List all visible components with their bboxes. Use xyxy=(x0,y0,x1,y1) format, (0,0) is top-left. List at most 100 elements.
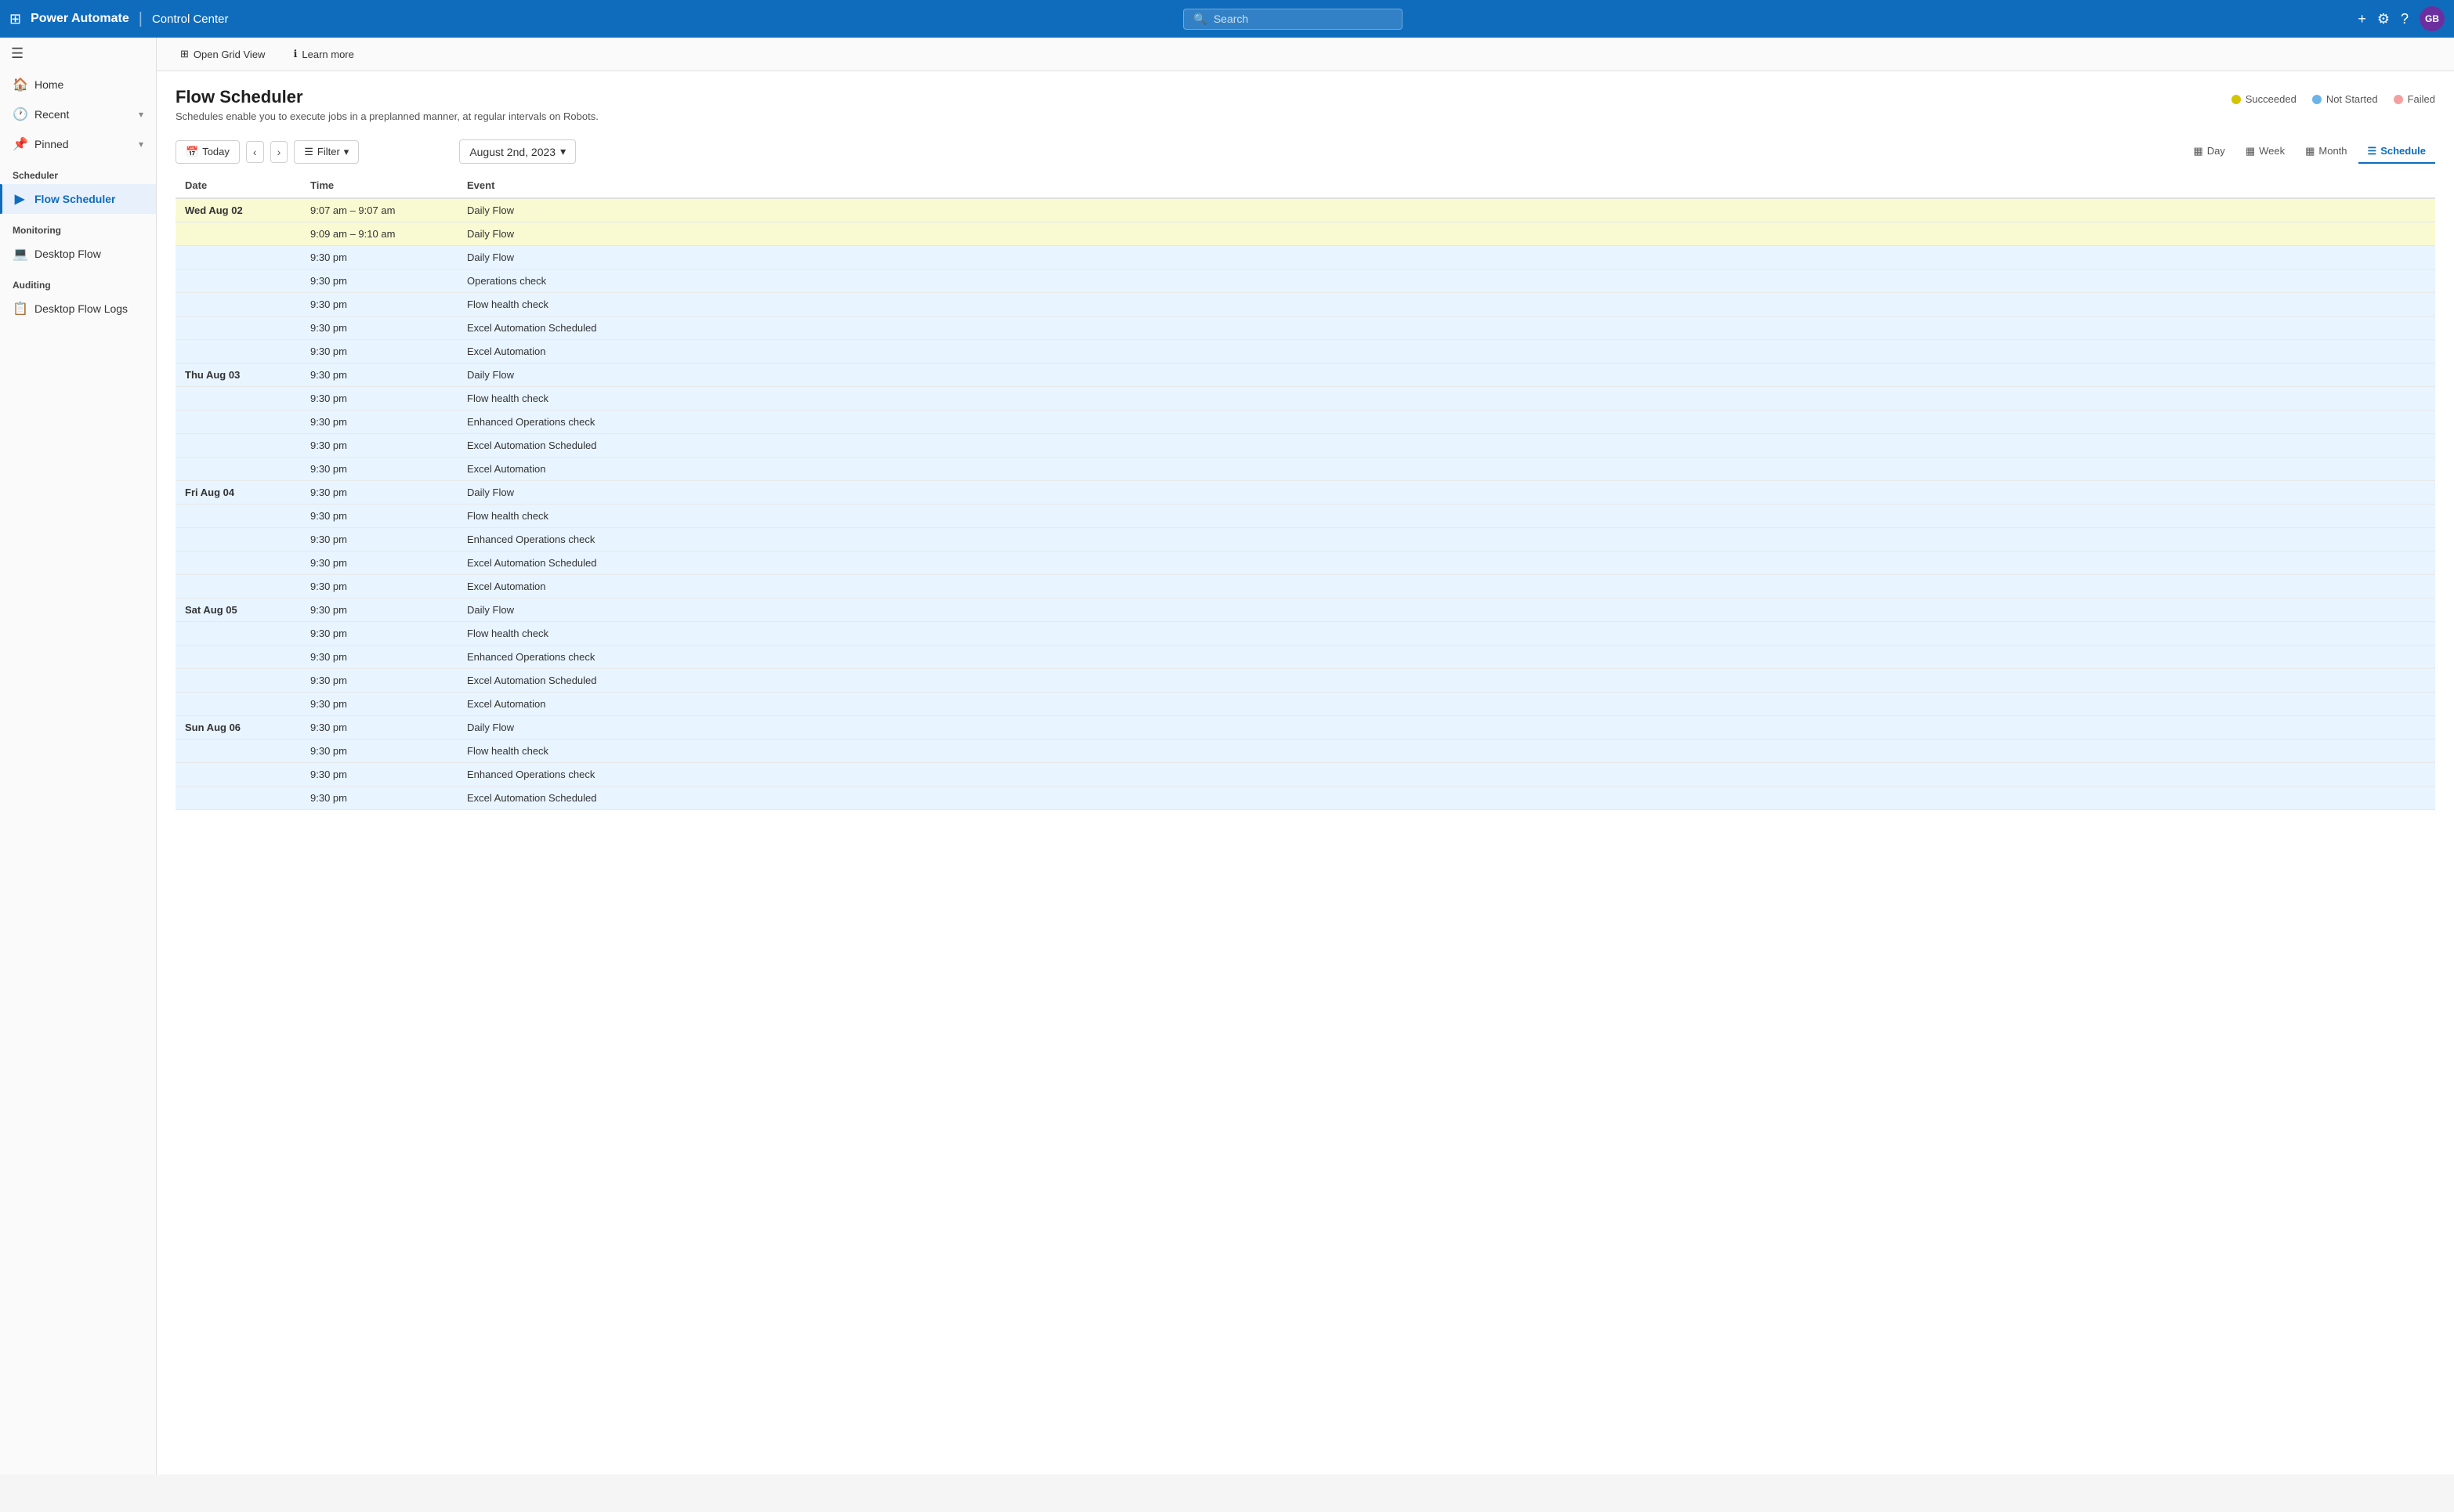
table-row[interactable]: 9:30 pmExcel Automation Scheduled xyxy=(176,317,2435,340)
filter-label: Filter xyxy=(317,146,340,157)
table-row[interactable]: Wed Aug 029:07 am – 9:07 amDaily Flow xyxy=(176,198,2435,222)
time-cell: 9:30 pm xyxy=(301,646,458,669)
table-row[interactable]: 9:30 pmEnhanced Operations check xyxy=(176,528,2435,552)
tab-month[interactable]: ▦ Month xyxy=(2296,140,2356,164)
event-cell: Daily Flow xyxy=(458,481,2435,505)
time-cell: 9:30 pm xyxy=(301,505,458,528)
date-cell xyxy=(176,505,301,528)
sidebar-item-pinned[interactable]: 📌 Pinned ▾ xyxy=(0,129,156,159)
date-cell xyxy=(176,434,301,458)
time-cell: 9:30 pm xyxy=(301,317,458,340)
home-icon: 🏠 xyxy=(13,77,27,92)
time-cell: 9:30 pm xyxy=(301,387,458,411)
date-cell xyxy=(176,411,301,434)
info-icon: ℹ xyxy=(293,48,297,60)
date-cell xyxy=(176,787,301,810)
date-cell xyxy=(176,575,301,599)
open-grid-view-button[interactable]: ⊞ Open Grid View xyxy=(172,44,273,64)
toolbar: 📅 Today ‹ › ☰ Filter ▾ August 2nd, 2023 … xyxy=(176,139,2435,164)
succeeded-dot xyxy=(2231,95,2241,104)
event-cell: Excel Automation xyxy=(458,340,2435,364)
page-content: Flow Scheduler Schedules enable you to e… xyxy=(157,71,2454,1474)
table-row[interactable]: 9:30 pmFlow health check xyxy=(176,740,2435,763)
table-row[interactable]: 9:30 pmOperations check xyxy=(176,269,2435,293)
auditing-section-label: Auditing xyxy=(0,269,156,294)
table-row[interactable]: 9:30 pmExcel Automation xyxy=(176,575,2435,599)
nav-divider: | xyxy=(139,10,143,28)
time-cell: 9:07 am – 9:07 am xyxy=(301,198,458,222)
date-cell xyxy=(176,528,301,552)
today-button[interactable]: 📅 Today xyxy=(176,140,240,164)
time-cell: 9:30 pm xyxy=(301,340,458,364)
tab-schedule[interactable]: ☰ Schedule xyxy=(2358,140,2435,164)
help-button[interactable]: ? xyxy=(2401,11,2409,27)
tab-day[interactable]: ▦ Day xyxy=(2184,140,2234,164)
table-row[interactable]: 9:30 pmEnhanced Operations check xyxy=(176,763,2435,787)
filter-button[interactable]: ☰ Filter ▾ xyxy=(294,140,359,164)
time-cell: 9:30 pm xyxy=(301,599,458,622)
search-input[interactable] xyxy=(1214,13,1393,25)
table-row[interactable]: 9:30 pmFlow health check xyxy=(176,622,2435,646)
date-cell xyxy=(176,387,301,411)
sidebar-pinned-label: Pinned xyxy=(34,138,69,150)
tab-week[interactable]: ▦ Week xyxy=(2236,140,2294,164)
sidebar-item-flow-scheduler[interactable]: ▶ Flow Scheduler xyxy=(0,184,156,214)
table-row[interactable]: 9:30 pmExcel Automation xyxy=(176,340,2435,364)
legend-not-started: Not Started xyxy=(2312,93,2378,105)
search-icon: 🔍 xyxy=(1193,13,1207,26)
table-row[interactable]: 9:30 pmExcel Automation Scheduled xyxy=(176,552,2435,575)
time-cell: 9:30 pm xyxy=(301,481,458,505)
avatar[interactable]: GB xyxy=(2420,6,2445,31)
sidebar-collapse-button[interactable]: ☰ xyxy=(0,38,156,70)
learn-more-button[interactable]: ℹ Learn more xyxy=(285,44,361,64)
table-row[interactable]: 9:30 pmExcel Automation xyxy=(176,693,2435,716)
today-icon: 📅 xyxy=(186,146,198,158)
table-row[interactable]: 9:30 pmFlow health check xyxy=(176,387,2435,411)
table-row[interactable]: Sat Aug 059:30 pmDaily Flow xyxy=(176,599,2435,622)
time-cell: 9:30 pm xyxy=(301,364,458,387)
week-label: Week xyxy=(2259,145,2285,157)
date-cell xyxy=(176,317,301,340)
subheader: ⊞ Open Grid View ℹ Learn more xyxy=(157,38,2454,71)
top-nav: ⊞ Power Automate | Control Center 🔍 + ⚙ … xyxy=(0,0,2454,38)
date-selector-button[interactable]: August 2nd, 2023 ▾ xyxy=(459,139,576,164)
sidebar-item-home[interactable]: 🏠 Home xyxy=(0,70,156,99)
waffle-icon[interactable]: ⊞ xyxy=(9,11,21,27)
add-button[interactable]: + xyxy=(2358,11,2366,27)
sidebar-item-desktop-flow[interactable]: 💻 Desktop Flow xyxy=(0,239,156,269)
table-row[interactable]: 9:30 pmExcel Automation Scheduled xyxy=(176,787,2435,810)
sidebar-item-desktop-flow-logs[interactable]: 📋 Desktop Flow Logs xyxy=(0,294,156,324)
table-row[interactable]: 9:30 pmExcel Automation Scheduled xyxy=(176,434,2435,458)
nav-actions: + ⚙ ? GB xyxy=(2358,6,2445,31)
table-row[interactable]: 9:30 pmEnhanced Operations check xyxy=(176,411,2435,434)
center-title: Control Center xyxy=(152,13,229,26)
search-bar[interactable]: 🔍 xyxy=(1183,9,1403,30)
table-row[interactable]: 9:30 pmFlow health check xyxy=(176,505,2435,528)
event-cell: Excel Automation Scheduled xyxy=(458,787,2435,810)
brand-name: Power Automate xyxy=(31,12,129,26)
table-row[interactable]: 9:30 pmEnhanced Operations check xyxy=(176,646,2435,669)
sidebar-flow-scheduler-label: Flow Scheduler xyxy=(34,193,115,205)
table-row[interactable]: 9:30 pmFlow health check xyxy=(176,293,2435,317)
succeeded-label: Succeeded xyxy=(2246,93,2297,105)
sidebar-item-recent[interactable]: 🕐 Recent ▾ xyxy=(0,99,156,129)
event-cell: Excel Automation Scheduled xyxy=(458,552,2435,575)
legend: Succeeded Not Started Failed xyxy=(2231,87,2435,105)
day-icon: ▦ xyxy=(2193,145,2202,157)
event-cell: Daily Flow xyxy=(458,222,2435,246)
table-row[interactable]: Thu Aug 039:30 pmDaily Flow xyxy=(176,364,2435,387)
date-cell xyxy=(176,458,301,481)
settings-button[interactable]: ⚙ xyxy=(2377,11,2390,27)
table-row[interactable]: Fri Aug 049:30 pmDaily Flow xyxy=(176,481,2435,505)
time-cell: 9:30 pm xyxy=(301,552,458,575)
next-button[interactable]: › xyxy=(270,141,288,163)
col-date: Date xyxy=(176,173,301,198)
table-row[interactable]: 9:30 pmExcel Automation Scheduled xyxy=(176,669,2435,693)
table-row[interactable]: Sun Aug 069:30 pmDaily Flow xyxy=(176,716,2435,740)
event-cell: Flow health check xyxy=(458,622,2435,646)
table-row[interactable]: 9:30 pmExcel Automation xyxy=(176,458,2435,481)
table-row[interactable]: 9:09 am – 9:10 amDaily Flow xyxy=(176,222,2435,246)
prev-button[interactable]: ‹ xyxy=(246,141,264,163)
filter-icon: ☰ xyxy=(304,146,313,158)
table-row[interactable]: 9:30 pmDaily Flow xyxy=(176,246,2435,269)
